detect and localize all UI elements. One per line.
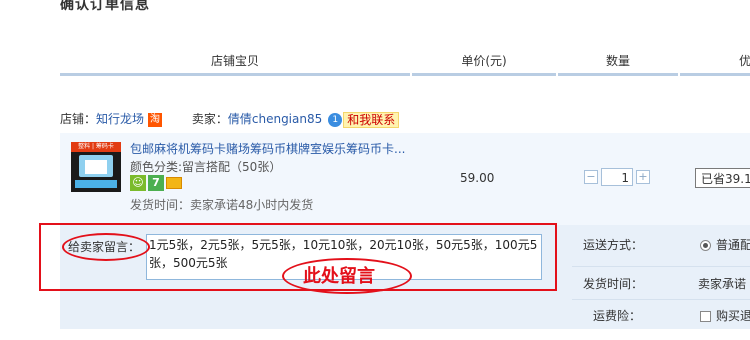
shop-name-link[interactable]: 知行龙场 xyxy=(96,112,144,126)
seller-name-link[interactable]: 倩倩chengian85 xyxy=(228,112,322,126)
plus-icon[interactable]: + xyxy=(636,170,650,184)
seven-icon[interactable]: 7 xyxy=(148,175,164,191)
header-divider xyxy=(412,73,556,76)
header-divider xyxy=(558,73,678,76)
radio-selected-icon[interactable] xyxy=(700,240,711,251)
contact-seller-button[interactable]: 和我联系 xyxy=(343,111,400,128)
taobao-icon: 淘 xyxy=(148,112,163,127)
page-title: 确认订单信息 xyxy=(60,0,150,13)
annotation-text: 此处留言 xyxy=(303,266,375,287)
option-divider xyxy=(572,299,750,300)
wangwang-icon[interactable]: 1 xyxy=(328,112,343,127)
thumbnail-strip-shape xyxy=(75,180,117,188)
product-thumbnail[interactable]: 整料 | 筹码卡 xyxy=(71,142,121,192)
option-divider xyxy=(572,266,750,267)
quantity-stepper: −1 + xyxy=(584,168,650,188)
insurance-label: 运费险： xyxy=(593,309,642,323)
service-badges: ☺ 7 xyxy=(130,175,184,191)
header-item: 店铺宝贝 xyxy=(210,54,259,68)
header-divider xyxy=(60,73,410,76)
unit-price: 59.00 xyxy=(460,171,495,185)
minus-icon[interactable]: − xyxy=(584,170,598,184)
product-spec: 颜色分类:留言搭配（50张） xyxy=(130,160,282,174)
header-quantity: 数量 xyxy=(605,54,630,68)
delivery-time-value: 卖家承诺 xyxy=(698,277,747,291)
credit-card-icon[interactable] xyxy=(166,177,182,189)
shipping-promise: 发货时间：卖家承诺48小时内发货 xyxy=(130,198,314,212)
shipping-method-value: 普通配 xyxy=(716,238,750,252)
thumbnail-label: 整料 | 筹码卡 xyxy=(71,142,121,152)
discount-select[interactable]: 已省39.1 xyxy=(695,168,750,188)
insurance-value: 购买退 xyxy=(716,309,750,323)
shipping-method-label: 运送方式： xyxy=(583,238,644,252)
delivery-time-label: 发货时间： xyxy=(583,277,644,291)
shipping-method-radio[interactable]: 普通配 xyxy=(700,236,750,253)
product-title-link[interactable]: 包邮麻将机筹码卡赌场筹码币棋牌室娱乐筹码币卡... xyxy=(130,140,410,157)
checkbox-icon[interactable] xyxy=(700,311,711,322)
shop-row: 店铺：知行龙场淘 卖家：倩倩chengian85 1 和我联系 xyxy=(60,110,400,128)
quantity-input[interactable]: 1 xyxy=(601,168,633,186)
insurance-checkbox[interactable]: 购买退 xyxy=(700,307,750,324)
header-discount: 优 xyxy=(738,54,750,68)
header-unit-price: 单价(元) xyxy=(461,54,507,68)
thumbnail-box-shape xyxy=(85,160,107,174)
header-divider xyxy=(680,73,750,76)
seven-day-return-icon[interactable]: ☺ xyxy=(130,175,146,191)
annotation-ellipse-label xyxy=(62,233,150,261)
shop-label: 店铺： xyxy=(60,112,97,126)
seller-label: 卖家： xyxy=(191,112,228,126)
